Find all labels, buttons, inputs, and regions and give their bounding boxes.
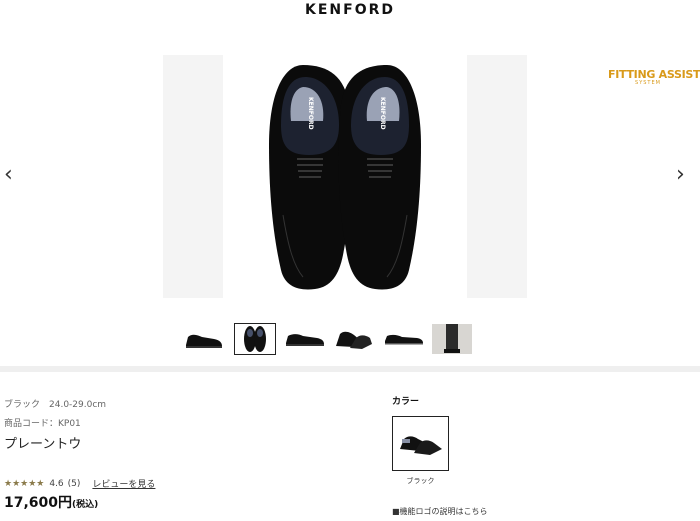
review-count: (5)	[67, 478, 81, 489]
color-swatch-black[interactable]	[392, 416, 449, 471]
rating-value: 4.6	[49, 478, 64, 489]
product-name: プレーントウ	[4, 437, 82, 452]
thumbnail-side-view[interactable]	[183, 323, 225, 355]
prev-arrow-icon[interactable]: ‹	[4, 164, 13, 186]
function-logo-link[interactable]: ■機能ロゴの説明はこちら	[392, 506, 488, 517]
thumbnail-pair-angle[interactable]	[333, 323, 375, 355]
svg-text:KENFORD: KENFORD	[307, 97, 314, 130]
thumbnail-top-view[interactable]	[234, 323, 276, 355]
right-shoe-image: KENFORD	[338, 65, 421, 290]
thumbnail-sole[interactable]	[383, 323, 425, 355]
thumbnail-side-view-2[interactable]	[284, 323, 326, 355]
swatch-label: ブラック	[406, 477, 435, 485]
reviews-link[interactable]: レビューを見る	[92, 477, 155, 490]
tax-label: (税込)	[72, 500, 99, 510]
brand-logo[interactable]: KENFORD	[0, 2, 700, 18]
price-value: 17,600円	[4, 495, 73, 511]
rating-row: ★★★★★ 4.6 (5) レビューを見る	[4, 477, 155, 491]
thumbnail-outfit[interactable]	[431, 323, 473, 355]
main-product-image: KENFORD KENFORD	[163, 55, 527, 298]
next-arrow-icon[interactable]: ›	[676, 164, 685, 186]
product-spec: ブラック 24.0-29.0cm	[4, 400, 107, 410]
svg-text:KENFORD: KENFORD	[379, 97, 386, 130]
color-label: カラー	[392, 397, 420, 407]
fitting-assist-badge: FITTING ASSIST SYSTEM	[608, 68, 700, 86]
section-divider	[0, 366, 700, 372]
product-code: 商品コード：KP01	[4, 419, 81, 429]
star-rating-icon: ★★★★★	[4, 478, 45, 489]
price: 17,600円(税込)	[4, 492, 98, 512]
